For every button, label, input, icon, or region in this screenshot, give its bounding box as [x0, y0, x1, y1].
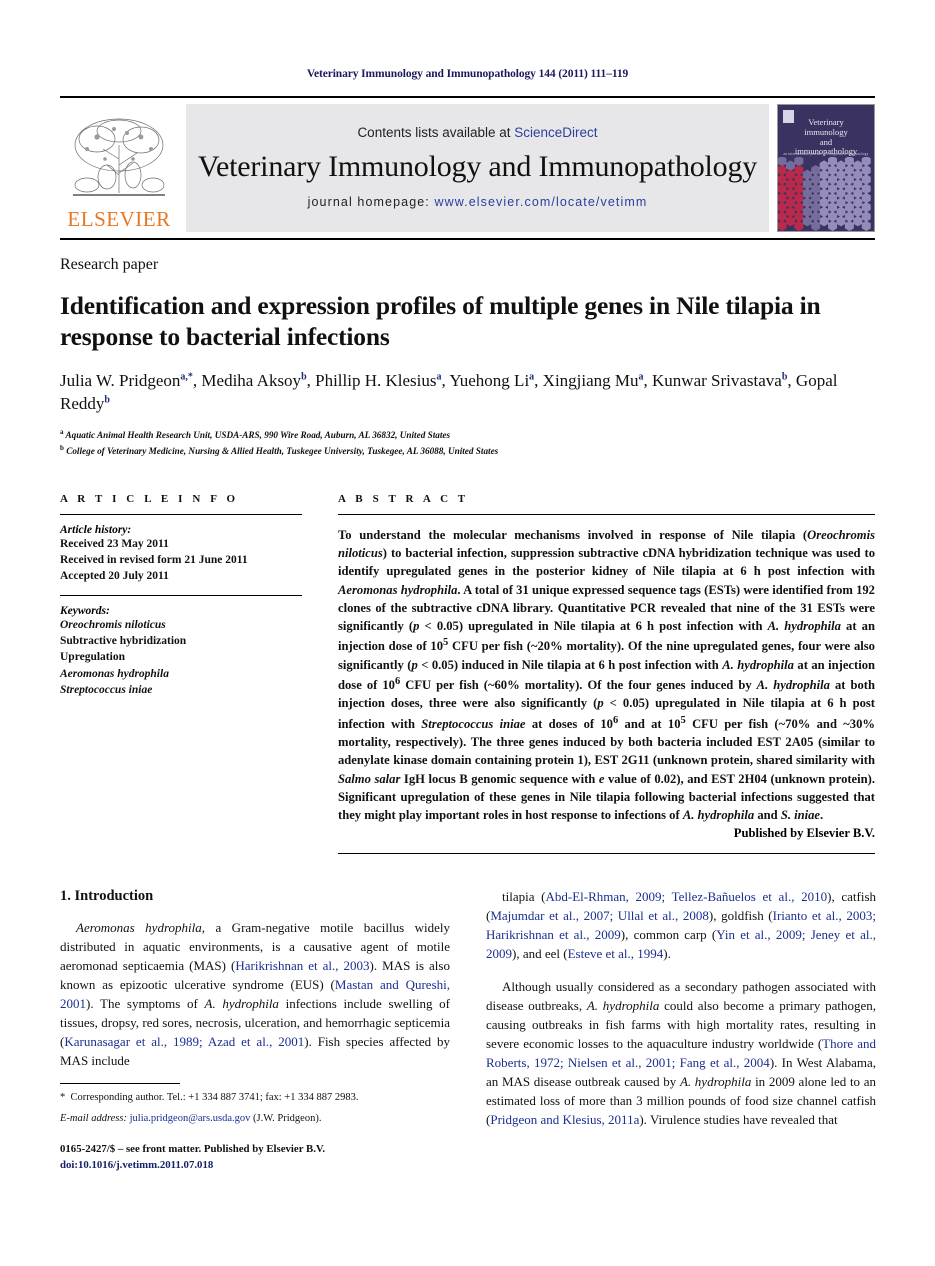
author-list: Julia W. Pridgeona,*, Mediha Aksoyb, Phi… — [60, 371, 838, 414]
abstract-column: A B S T R A C T To understand the molecu… — [338, 493, 875, 855]
affiliation-a: a Aquatic Animal Health Research Unit, U… — [60, 428, 451, 441]
intro-paragraph: tilapia (Abd-El-Rhman, 2009; Tellez-Bañu… — [486, 889, 876, 962]
keyword-item: Subtractive hybridization — [60, 635, 187, 648]
journal-title: Veterinary Immunology and Immunopatholog… — [197, 150, 758, 183]
running-head: Veterinary Immunology and Immunopatholog… — [306, 68, 629, 80]
contents-available-line: Contents lists available at ScienceDirec… — [357, 125, 597, 140]
affiliation-list: a Aquatic Animal Health Research Unit, U… — [60, 427, 875, 459]
intro-paragraph: Aeromonas hydrophila, a Gram-negative mo… — [60, 920, 451, 1069]
footnote-rule — [60, 1083, 180, 1084]
abstract-heading: A B S T R A C T — [338, 492, 469, 505]
article-info-column: A R T I C L E I N F O Article history: R… — [60, 493, 302, 855]
article-page: Veterinary Immunology and Immunopatholog… — [0, 0, 935, 1266]
keywords-label: Keywords: — [60, 604, 110, 617]
keyword-item: Oreochromis niloticus — [60, 618, 166, 631]
article-kind-label: Research paper — [60, 256, 159, 273]
elsevier-tree-icon — [67, 115, 171, 207]
article-info-rule — [60, 513, 302, 515]
contents-prefix: Contents lists available at — [357, 125, 515, 140]
cover-hex-pattern — [778, 155, 874, 231]
journal-banner: Contents lists available at ScienceDirec… — [186, 104, 769, 232]
affiliation-a-text: Aquatic Animal Health Research Unit, USD… — [65, 430, 451, 441]
front-matter-line: 0165-2427/$ – see front matter. Publishe… — [60, 1143, 326, 1156]
sciencedirect-link[interactable]: ScienceDirect — [514, 125, 597, 140]
article-history-label: Article history: — [60, 523, 132, 536]
journal-homepage-line: journal homepage: www.elsevier.com/locat… — [308, 195, 648, 209]
keyword-item: Streptococcus iniae — [60, 684, 153, 697]
abstract-bottom-rule — [338, 853, 875, 855]
homepage-label: journal homepage: — [307, 195, 435, 209]
affiliation-b: b College of Veterinary Medicine, Nursin… — [60, 443, 499, 457]
elsevier-logo: ELSEVIER — [60, 104, 178, 232]
abstract-rule — [338, 513, 875, 515]
homepage-url-link[interactable]: www.elsevier.com/locate/vetimm — [434, 195, 647, 209]
journal-cover-thumbnail: Veterinary immunology and immunopatholog… — [777, 104, 875, 232]
article-history-received: Received 23 May 2011 — [60, 537, 169, 550]
abstract-publisher-line: Published by Elsevier B.V. — [733, 826, 875, 841]
elsevier-wordmark: ELSEVIER — [67, 207, 171, 231]
article-info-heading: A R T I C L E I N F O — [60, 492, 239, 505]
keywords-rule — [60, 594, 302, 596]
journal-masthead: ELSEVIER Contents lists available at Sci… — [60, 96, 875, 232]
footnote-block: * Corresponding author. Tel.: +1 334 887… — [60, 1083, 450, 1174]
body-column-right: tilapia (Abd-El-Rhman, 2009; Tellez-Bañu… — [486, 888, 876, 1130]
doi-line[interactable]: doi:10.1016/j.vetimm.2011.07.018 — [60, 1158, 450, 1174]
cover-subtitle: an international journal of comparative … — [783, 152, 869, 156]
masthead-divider — [60, 238, 875, 240]
info-abstract-row: A R T I C L E I N F O Article history: R… — [60, 493, 875, 855]
abstract-text: To understand the molecular mechanisms i… — [338, 527, 875, 823]
intro-paragraph: Although usually considered as a seconda… — [486, 979, 877, 1128]
page-title: Identification and expression profiles o… — [60, 291, 821, 352]
section-heading-introduction: 1. Introduction — [60, 888, 154, 905]
keyword-item: Upregulation — [60, 651, 125, 664]
article-history-revised: Received in revised form 21 June 2011 — [60, 554, 248, 567]
affiliation-b-text: College of Veterinary Medicine, Nursing … — [66, 446, 499, 457]
corresponding-author-note: * Corresponding author. Tel.: +1 334 887… — [60, 1092, 359, 1103]
email-address-note: E-mail address: julia.pridgeon@ars.usda.… — [60, 1113, 322, 1125]
article-history-accepted: Accepted 20 July 2011 — [60, 570, 169, 583]
imprint-block: 0165-2427/$ – see front matter. Publishe… — [60, 1142, 450, 1173]
keyword-item: Aeromonas hydrophila — [60, 667, 169, 680]
